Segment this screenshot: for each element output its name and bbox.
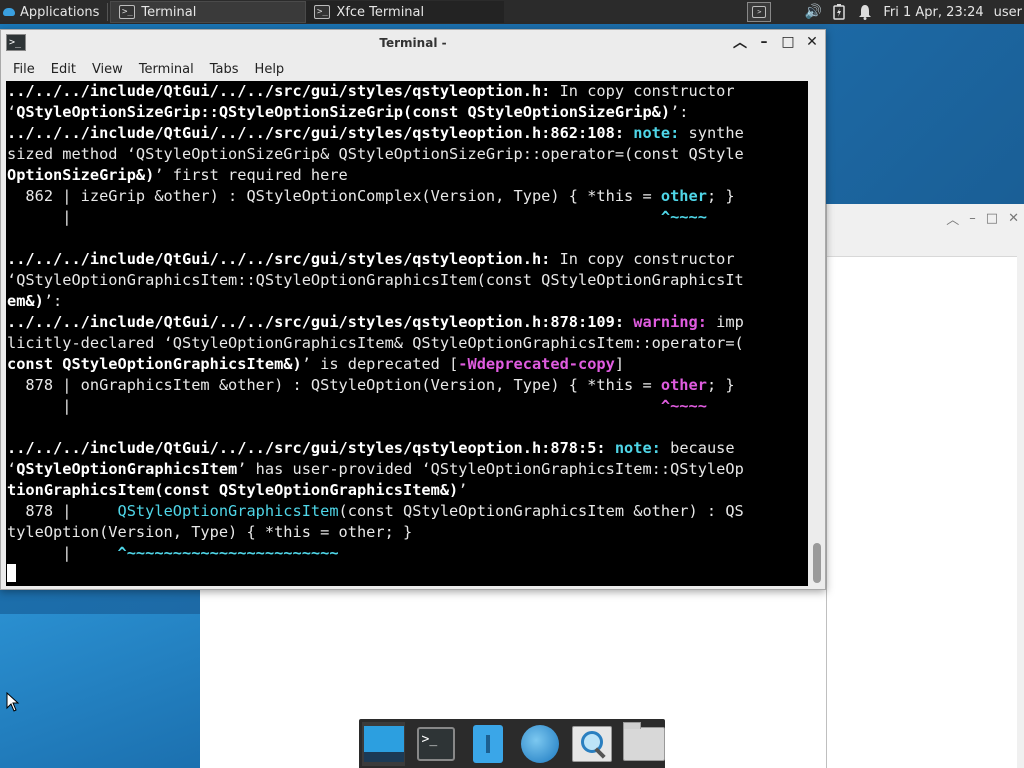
dock-folder[interactable] [622,721,665,766]
maximize-icon[interactable]: □ [986,211,998,226]
xfce-logo-icon [2,5,16,19]
dock-show-desktop[interactable] [362,721,405,766]
panel-separator [107,3,109,21]
dock: >_ [359,719,665,768]
applications-menu-button[interactable]: Applications [0,0,105,24]
background-window-content [827,256,1017,768]
user-menu[interactable]: user [994,5,1022,20]
terminal-scrollbar[interactable] [809,81,825,586]
terminal-icon: >_ [314,5,331,19]
terminal-cursor [7,564,16,582]
terminal-window[interactable]: >_ Terminal - ︿ – □ ✕ File Edit View Ter… [0,29,826,590]
terminal-icon: >_ [416,726,455,761]
menu-tabs[interactable]: Tabs [202,62,247,77]
close-icon[interactable]: ✕ [1008,211,1019,226]
terminal-text: ../../../include/QtGui/../../src/gui/sty… [6,81,808,585]
minimize-button[interactable]: – [757,33,771,51]
file-manager-icon [472,724,503,763]
menu-bar: File Edit View Terminal Tabs Help [1,56,825,82]
mouse-pointer-icon [6,692,20,712]
top-panel: Applications >_ Terminal >_ Xfce Termina… [0,0,1024,24]
menu-view[interactable]: View [84,62,131,77]
close-button[interactable]: ✕ [805,33,819,51]
terminal-titlebar[interactable]: >_ Terminal - ︿ – □ ✕ [1,30,825,56]
dock-terminal[interactable]: >_ [414,722,457,766]
workspace-switcher-icon[interactable]: > [747,2,772,22]
scrollbar-thumb[interactable] [813,543,821,583]
globe-icon [520,724,559,763]
maximize-button[interactable]: □ [781,33,795,51]
desktop-icon [363,725,404,762]
taskbar-item-terminal[interactable]: >_ Terminal [110,1,307,23]
search-icon [571,725,612,762]
dock-web-browser[interactable] [518,722,561,766]
chevron-up-icon[interactable]: ︿ [946,209,959,228]
taskbar-item-label: Xfce Terminal [336,4,425,20]
window-title: Terminal - [379,36,447,50]
minimize-icon[interactable]: – [969,211,976,226]
folder-icon [622,721,665,761]
applications-label: Applications [20,4,100,20]
shade-button[interactable]: ︿ [733,33,747,51]
dock-app-finder[interactable] [570,722,613,766]
desktop-wallpaper-accent [0,614,210,768]
taskbar-item-label: Terminal [141,4,197,20]
background-window[interactable]: ︿ – □ ✕ [826,204,1024,768]
menu-help[interactable]: Help [247,62,293,77]
menu-file[interactable]: File [5,62,43,77]
menu-terminal[interactable]: Terminal [131,62,202,77]
terminal-icon: >_ [119,5,136,19]
volume-icon[interactable]: 🔊 [805,4,822,20]
notifications-bell-icon[interactable] [857,4,873,20]
taskbar-item-xfce-terminal[interactable]: >_ Xfce Terminal [306,1,505,23]
dock-file-manager[interactable] [466,722,509,766]
battery-icon[interactable] [831,4,847,20]
panel-clock[interactable]: Fri 1 Apr, 23:24 [883,5,983,20]
menu-edit[interactable]: Edit [43,62,84,77]
terminal-output[interactable]: ../../../include/QtGui/../../src/gui/sty… [6,81,808,586]
background-window-titlebar[interactable]: ︿ – □ ✕ [827,204,1024,232]
